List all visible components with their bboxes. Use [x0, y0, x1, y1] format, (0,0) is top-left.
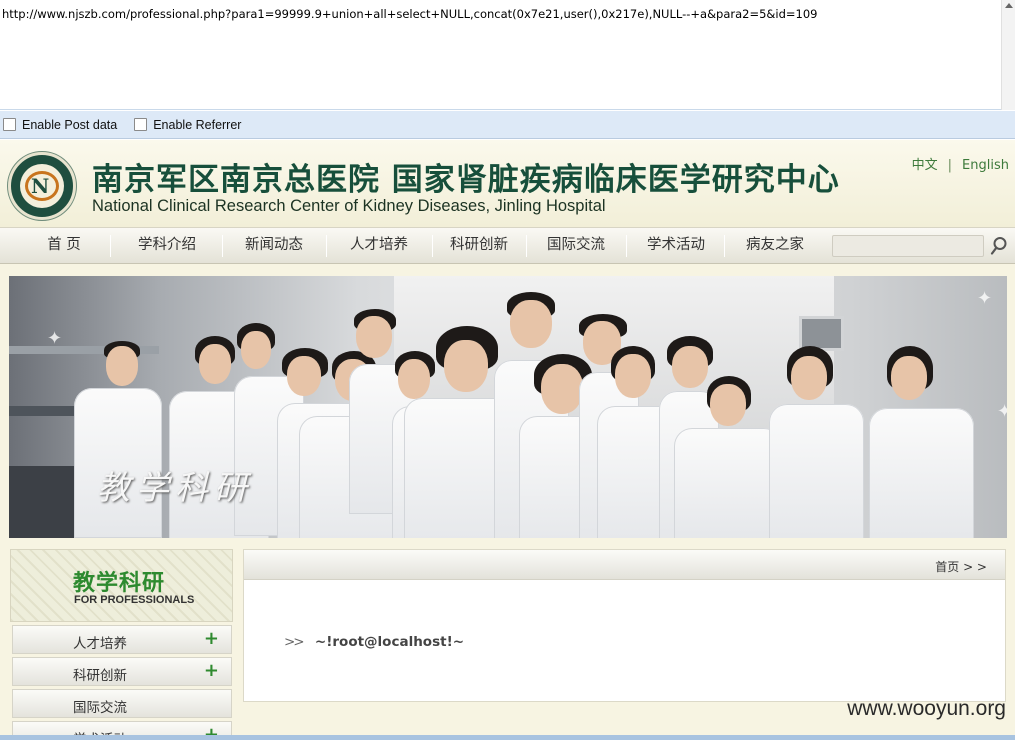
double-chevron-icon: >>	[284, 634, 305, 650]
site-header: N 南京军区南京总医院 国家肾脏疾病临床医学研究中心 National Clin…	[0, 140, 1015, 227]
nav-international[interactable]: 国际交流	[532, 228, 620, 263]
breadcrumb-bar: 首页 > >	[244, 550, 1005, 580]
nav-about[interactable]: 学科介绍	[122, 228, 212, 263]
expand-plus-icon[interactable]: +	[204, 660, 219, 681]
bottom-border	[0, 735, 1015, 740]
sidebar-item-talent[interactable]: 人才培养 +	[12, 625, 232, 654]
enable-referrer-option[interactable]: Enable Referrer	[134, 118, 241, 132]
language-switch: 中文 | English	[912, 154, 1009, 173]
hospital-logo[interactable]: N	[8, 152, 76, 220]
url-text[interactable]: http://www.njszb.com/professional.php?pa…	[2, 7, 817, 21]
options-bar: Enable Post data Enable Referrer	[0, 111, 1015, 139]
scrollbar[interactable]	[1001, 0, 1015, 110]
nav-talent[interactable]: 人才培养	[334, 228, 424, 263]
nav-news[interactable]: 新闻动态	[230, 228, 318, 263]
url-textarea[interactable]: http://www.njszb.com/professional.php?pa…	[0, 0, 1015, 110]
nav-research[interactable]: 科研创新	[436, 228, 522, 263]
sidebar: 教学科研 FOR PROFESSIONALS 人才培养 + 科研创新 + 国际交…	[10, 549, 233, 740]
enable-referrer-label: Enable Referrer	[153, 117, 242, 132]
site-title-en: National Clinical Research Center of Kid…	[92, 197, 606, 215]
website: N 南京军区南京总医院 国家肾脏疾病临床医学研究中心 National Clin…	[0, 140, 1015, 740]
site-title-cn: 南京军区南京总医院 国家肾脏疾病临床医学研究中心	[92, 162, 840, 198]
watermark: www.wooyun.org	[847, 697, 1006, 720]
section-title-cn: 教学科研	[73, 571, 166, 596]
nav-academic[interactable]: 学术活动	[632, 228, 720, 263]
search-input[interactable]	[832, 235, 984, 257]
banner-image: ✦ ✦ ✦ ✦	[9, 276, 1007, 538]
search-icon[interactable]	[990, 236, 1008, 256]
breadcrumb[interactable]: 首页 > >	[935, 558, 987, 575]
enable-referrer-checkbox[interactable]	[134, 118, 148, 131]
section-title-en: FOR PROFESSIONALS	[74, 594, 195, 606]
injected-result-text: ~!root@localhost!~	[314, 634, 465, 650]
sidebar-item-label: 科研创新	[73, 668, 127, 684]
section-header: 教学科研 FOR PROFESSIONALS	[10, 549, 233, 622]
lang-separator: |	[947, 158, 953, 173]
result-line: >> ~!root@localhost!~	[284, 634, 464, 650]
enable-post-data-option[interactable]: Enable Post data	[3, 118, 117, 132]
expand-plus-icon[interactable]: +	[204, 628, 219, 649]
sidebar-item-label: 人才培养	[73, 636, 127, 652]
nav-patients[interactable]: 病友之家	[732, 228, 818, 263]
content-panel: 首页 > > >> ~!root@localhost!~	[243, 549, 1006, 702]
lang-en-link[interactable]: English	[962, 158, 1009, 173]
lang-cn-link[interactable]: 中文	[912, 158, 938, 173]
sidebar-item-international[interactable]: 国际交流	[12, 689, 232, 718]
scroll-up-icon[interactable]	[1005, 3, 1013, 8]
banner-caption: 教学科研	[97, 468, 253, 507]
sidebar-item-research[interactable]: 科研创新 +	[12, 657, 232, 686]
main-nav: 首 页 学科介绍 新闻动态 人才培养 科研创新 国际交流 学术活动 病友之家	[0, 227, 1015, 264]
sidebar-item-label: 国际交流	[73, 700, 127, 716]
enable-post-data-checkbox[interactable]	[3, 118, 16, 131]
nav-home[interactable]: 首 页	[28, 228, 100, 263]
enable-post-data-label: Enable Post data	[22, 117, 118, 132]
